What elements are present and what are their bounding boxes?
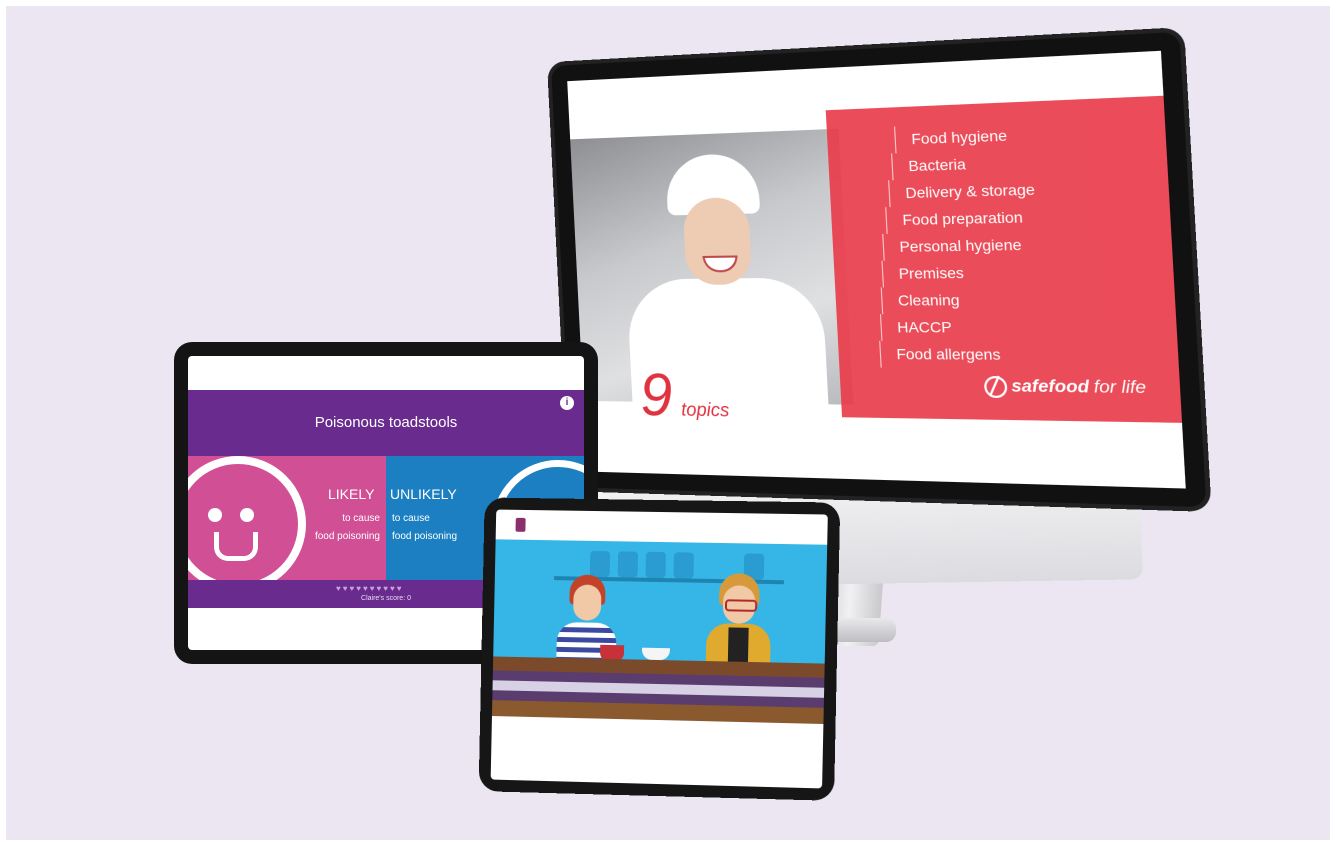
topic-item[interactable]: Food preparation bbox=[885, 203, 1038, 234]
unlikely-line1: to cause bbox=[392, 513, 430, 524]
topics-number: 9 bbox=[638, 361, 675, 429]
quiz-header: Poisonous toadstools i bbox=[188, 390, 584, 456]
topic-item[interactable]: Delivery & storage bbox=[888, 176, 1036, 208]
topic-item[interactable]: Personal hygiene bbox=[882, 231, 1039, 261]
topic-item[interactable]: Bacteria bbox=[891, 148, 1035, 181]
lives-hearts: ♥♥♥♥♥♥♥♥♥♥ bbox=[336, 584, 404, 593]
chef-photo: 9 topics bbox=[570, 128, 854, 429]
face-mouth bbox=[214, 532, 258, 561]
tablet-bottom bbox=[478, 497, 841, 801]
safefood-logo-icon bbox=[983, 375, 1008, 399]
unlikely-description: to cause food poisoning bbox=[392, 510, 457, 546]
jar-icon bbox=[645, 551, 667, 579]
topic-item[interactable]: Premises bbox=[881, 258, 1041, 288]
jar-icon bbox=[673, 552, 695, 579]
topic-item[interactable]: Food allergens bbox=[879, 340, 1045, 369]
face-eye-right bbox=[240, 508, 254, 522]
topic-list: Food hygiene Bacteria Delivery & storage… bbox=[874, 121, 1045, 369]
jar-icon bbox=[617, 551, 639, 578]
tablet-bottom-display bbox=[490, 509, 828, 789]
brand-tagline: for life bbox=[1093, 378, 1147, 398]
topics-word: topics bbox=[680, 399, 730, 421]
white-cup-icon bbox=[641, 647, 670, 661]
topic-item[interactable]: Cleaning bbox=[880, 286, 1042, 315]
likely-line2: food poisoning bbox=[314, 531, 380, 542]
unlikely-label: UNLIKELY bbox=[390, 486, 457, 502]
product-showcase: 9 topics Food hygiene Bacteria Delivery … bbox=[6, 6, 1330, 840]
safefood-logo: safefood for life bbox=[983, 375, 1147, 400]
likely-label: LIKELY bbox=[328, 486, 375, 502]
likely-line1: to cause bbox=[342, 513, 380, 524]
cafe-animation bbox=[491, 539, 828, 725]
jar-icon bbox=[589, 550, 611, 578]
unlikely-line2: food poisoning bbox=[392, 531, 458, 542]
info-icon[interactable]: i bbox=[560, 396, 574, 410]
desktop-monitor: 9 topics Food hygiene Bacteria Delivery … bbox=[551, 31, 1207, 508]
monitor-display: 9 topics Food hygiene Bacteria Delivery … bbox=[567, 50, 1186, 489]
face-eye-left bbox=[208, 508, 222, 522]
likely-description: to cause food poisoning bbox=[315, 510, 380, 546]
glasses-icon bbox=[724, 599, 758, 612]
character-left-face bbox=[572, 584, 602, 621]
topics-panel: Food hygiene Bacteria Delivery & storage… bbox=[825, 95, 1183, 423]
topic-item[interactable]: HACCP bbox=[880, 313, 1044, 342]
topics-count: 9 topics bbox=[638, 361, 731, 429]
quiz-title: Poisonous toadstools bbox=[314, 414, 458, 431]
menu-icon[interactable] bbox=[515, 517, 526, 532]
brand-name: safefood bbox=[1010, 377, 1090, 397]
